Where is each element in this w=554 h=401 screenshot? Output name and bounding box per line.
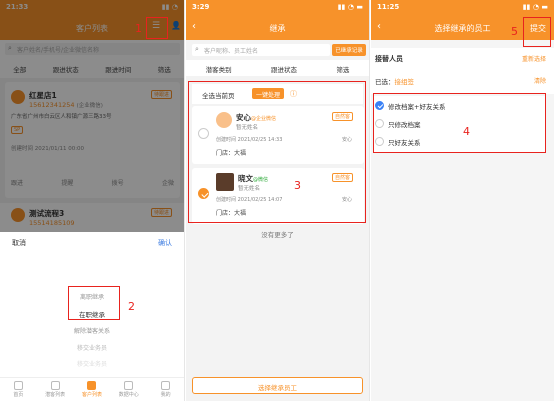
option-transfer-faded[interactable]: 移交业务员	[0, 359, 184, 368]
status-time: 3:29	[192, 3, 210, 11]
filter-row: 潜客类别 跟进状态 筛选	[186, 60, 369, 76]
inherit-record-button[interactable]: 已继承记录	[332, 44, 366, 56]
select-heir-screen: 11:25 ▮▮ ◔ ▬ ‹ 选择继承的员工 提交 接替人员 重新选择 已选：接组…	[371, 0, 554, 401]
customers-icon	[87, 381, 97, 390]
signal-icons: ▮▮ ◔ ▬	[337, 3, 363, 11]
leads-icon	[50, 381, 60, 390]
customer-list-screen: 21:33 ▮▮ ◔ 客户列表 ☰ 👤 ⌕ 客户姓名/手机号/企业微信名称 全部 …	[0, 0, 185, 401]
clear-link[interactable]: 清除	[534, 76, 546, 85]
highlight-box-1	[146, 17, 168, 39]
step-marker-5: 5	[511, 25, 518, 38]
step-marker-2: 2	[128, 300, 135, 313]
highlight-box-2	[68, 286, 120, 320]
highlight-box-3	[188, 81, 366, 223]
reselect-link[interactable]: 重新选择	[522, 54, 546, 63]
highlight-box-4	[373, 93, 546, 153]
home-icon	[13, 381, 23, 390]
heir-label: 接替人员	[375, 55, 403, 63]
search-icon: ⌕	[195, 45, 199, 53]
step-marker-3: 3	[294, 179, 301, 192]
inherit-screen: 3:29 ▮▮ ◔ ▬ ‹ 继承 ⌕ 客户昵称、员工姓名 已继承记录 潜客类别 跟…	[186, 0, 370, 401]
sheet-cancel-button[interactable]: 取消	[12, 238, 26, 248]
tab-customers[interactable]: 客户列表	[77, 378, 107, 401]
search-input[interactable]: ⌕ 客户昵称、员工姓名	[192, 44, 330, 56]
highlight-box-5	[523, 17, 551, 47]
status-bar: 3:29 ▮▮ ◔ ▬	[192, 3, 363, 13]
option-release-lead[interactable]: 解除潜客关系	[0, 326, 184, 335]
tab-mine[interactable]: 我的	[151, 378, 181, 401]
status-time: 11:25	[377, 3, 400, 11]
step-marker-4: 4	[463, 125, 470, 138]
tab-data[interactable]: 数据中心	[114, 378, 144, 401]
chart-icon	[124, 381, 134, 390]
tab-home[interactable]: 首页	[3, 378, 33, 401]
no-more-text: 没有更多了	[261, 231, 294, 239]
filter-lead-type[interactable]: 潜客类别	[206, 64, 232, 76]
search-placeholder: 客户昵称、员工姓名	[204, 48, 259, 55]
step-marker-1: 1	[135, 22, 142, 35]
status-bar: 11:25 ▮▮ ◔ ▬	[377, 3, 548, 13]
option-transfer[interactable]: 移交业务员	[0, 343, 184, 352]
sheet-confirm-button[interactable]: 确认	[158, 238, 172, 248]
tab-leads[interactable]: 潜客列表	[40, 378, 70, 401]
filter-more[interactable]: 筛选	[336, 64, 349, 76]
header-bar: 3:29 ▮▮ ◔ ▬ ‹ 继承	[186, 0, 369, 40]
profile-icon	[161, 381, 171, 390]
filter-follow-status[interactable]: 跟进状态	[271, 64, 297, 76]
page-title: 继承	[269, 24, 286, 33]
signal-icons: ▮▮ ◔ ▬	[522, 3, 548, 11]
heir-section: 接替人员 重新选择 已选：接组签 清除	[371, 48, 554, 94]
selected-heir: 已选：接组签	[375, 78, 414, 86]
bottom-tab-bar: 首页 潜客列表 客户列表 数据中心 我的	[0, 377, 184, 401]
choose-heir-button[interactable]: 选择继承员工	[192, 377, 363, 394]
